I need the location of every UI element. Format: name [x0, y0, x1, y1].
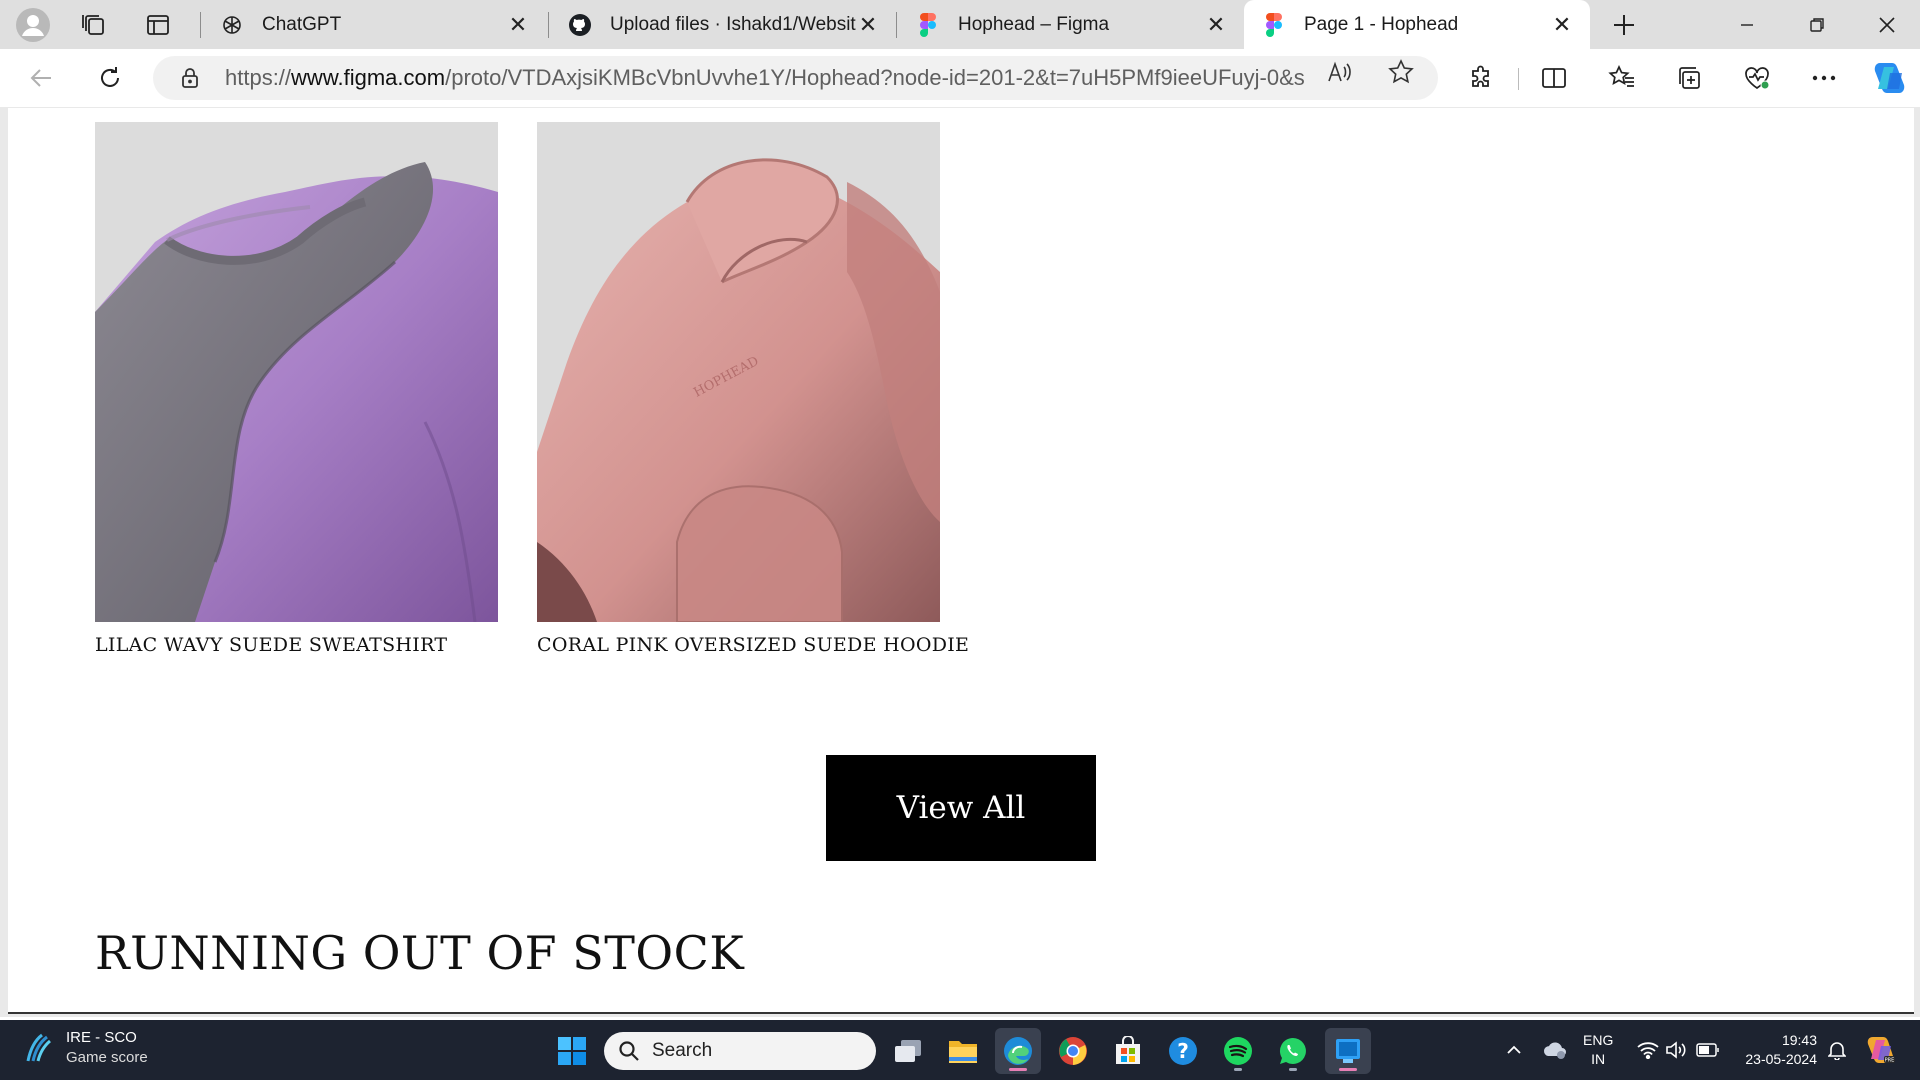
- search-placeholder: Search: [652, 1040, 713, 1061]
- collections-icon[interactable]: [1667, 57, 1711, 99]
- close-icon[interactable]: ✕: [856, 12, 880, 37]
- svg-text:PRE: PRE: [1885, 1058, 1895, 1064]
- product-title[interactable]: CORAL PINK OVERSIZED SUEDE HOODIE: [537, 634, 969, 656]
- extensions-icon[interactable]: [1459, 57, 1503, 99]
- more-options-icon[interactable]: [1802, 57, 1846, 99]
- weather-widget[interactable]: IRE - SCO Game score: [24, 1028, 148, 1068]
- tab-chatgpt[interactable]: ChatGPT ✕: [202, 0, 546, 49]
- url-text[interactable]: https://www.figma.com/proto/VTDAxjsiKMBc…: [225, 65, 1305, 91]
- address-bar[interactable]: https://www.figma.com/proto/VTDAxjsiKMBc…: [153, 56, 1438, 100]
- taskbar-search[interactable]: Search: [604, 1032, 876, 1070]
- windows-logo-icon: [558, 1037, 586, 1065]
- widget-title: IRE - SCO: [66, 1029, 137, 1046]
- widget-subtitle: Game score: [66, 1049, 148, 1066]
- new-tab-icon[interactable]: [1597, 6, 1651, 44]
- restore-icon[interactable]: [1782, 0, 1852, 49]
- toolbar-separator: [1518, 68, 1519, 90]
- github-icon: [568, 13, 592, 37]
- task-view-icon[interactable]: [885, 1028, 931, 1074]
- figma-icon: [1262, 12, 1286, 37]
- close-icon[interactable]: ✕: [1550, 12, 1574, 37]
- chatgpt-icon: [220, 13, 244, 37]
- close-window-icon[interactable]: [1852, 0, 1920, 49]
- file-explorer-icon[interactable]: [940, 1028, 986, 1074]
- cricket-score-icon: [26, 1033, 51, 1062]
- svg-text:?: ?: [1177, 1039, 1189, 1063]
- close-icon[interactable]: ✕: [506, 12, 530, 37]
- section-title: RUNNING OUT OF STOCK: [95, 926, 745, 980]
- tab-separator: [896, 12, 897, 38]
- lock-icon[interactable]: [179, 67, 201, 89]
- start-button[interactable]: [549, 1028, 595, 1074]
- notification-bell-icon[interactable]: [1824, 1036, 1850, 1064]
- minimize-icon[interactable]: [1712, 0, 1782, 49]
- product-card[interactable]: HOPHEAD CORAL PINK OVERSIZED SUEDE HOODI…: [537, 122, 969, 656]
- running-indicator: [1289, 1068, 1297, 1071]
- clock-date: 23-05-2024: [1745, 1051, 1817, 1067]
- refresh-icon[interactable]: [88, 57, 132, 99]
- clock[interactable]: 19:43 23-05-2024: [1737, 1031, 1817, 1069]
- tab-page1-hophead[interactable]: Page 1 - Hophead ✕: [1244, 0, 1590, 49]
- close-icon[interactable]: ✕: [1204, 12, 1228, 37]
- back-arrow-icon[interactable]: [20, 57, 64, 99]
- running-indicator: [1234, 1068, 1242, 1071]
- clock-time: 19:43: [1781, 1032, 1817, 1048]
- figma-app-icon[interactable]: [1325, 1028, 1371, 1074]
- running-indicator: [1009, 1068, 1027, 1071]
- tab-actions-icon[interactable]: [131, 6, 185, 44]
- read-aloud-icon[interactable]: [1326, 58, 1354, 86]
- copilot-icon[interactable]: [1866, 57, 1910, 99]
- profile-icon[interactable]: [6, 6, 60, 44]
- whatsapp-icon[interactable]: [1270, 1028, 1316, 1074]
- running-indicator: [1339, 1068, 1357, 1071]
- tab-label: Hophead – Figma: [958, 13, 1110, 35]
- tab-hophead-figma[interactable]: Hophead – Figma ✕: [898, 0, 1244, 49]
- language-indicator[interactable]: ENG IN: [1583, 1031, 1613, 1069]
- help-icon[interactable]: ?: [1160, 1028, 1206, 1074]
- chevron-up-icon[interactable]: [1500, 1036, 1528, 1064]
- wifi-icon[interactable]: [1635, 1036, 1661, 1064]
- windows-taskbar: IRE - SCO Game score Search ? ENG IN 19:…: [0, 1020, 1920, 1080]
- favorites-icon[interactable]: [1600, 57, 1644, 99]
- view-all-button[interactable]: View All: [826, 755, 1096, 861]
- product-title[interactable]: LILAC WAVY SUEDE SWEATSHIRT: [95, 634, 498, 656]
- browser-tab-strip: ChatGPT ✕ Upload files · Ishakd1/Website…: [0, 0, 1920, 49]
- region-code: IN: [1591, 1051, 1606, 1067]
- chrome-app-icon[interactable]: [1050, 1028, 1096, 1074]
- lilac-sweatshirt-photo[interactable]: [95, 122, 498, 622]
- language-code: ENG: [1583, 1032, 1614, 1048]
- onedrive-icon[interactable]: [1540, 1036, 1570, 1064]
- copilot-taskbar-icon[interactable]: PRE: [1862, 1032, 1898, 1068]
- spotify-icon[interactable]: [1215, 1028, 1261, 1074]
- split-screen-icon[interactable]: [1532, 57, 1576, 99]
- workspaces-icon[interactable]: [67, 6, 121, 44]
- battery-icon[interactable]: [1694, 1036, 1722, 1064]
- figma-icon: [916, 12, 940, 37]
- tab-label: ChatGPT: [262, 13, 342, 35]
- address-bar-row: https://www.figma.com/proto/VTDAxjsiKMBc…: [0, 49, 1920, 107]
- tab-separator: [548, 12, 549, 38]
- volume-icon[interactable]: [1663, 1036, 1689, 1064]
- coral-hoodie-photo[interactable]: HOPHEAD: [537, 122, 940, 622]
- prototype-page: LILAC WAVY SUEDE SWEATSHIRT HOPHEAD CORA…: [8, 108, 1914, 1014]
- microsoft-store-icon[interactable]: [1105, 1028, 1151, 1074]
- product-card[interactable]: LILAC WAVY SUEDE SWEATSHIRT: [95, 122, 498, 656]
- tab-label: Upload files · Ishakd1/Website: [610, 13, 856, 35]
- search-icon: [619, 1041, 639, 1061]
- favorite-star-icon[interactable]: [1387, 58, 1415, 86]
- browser-essentials-icon[interactable]: [1735, 57, 1779, 99]
- tab-label: Page 1 - Hophead: [1304, 13, 1459, 35]
- edge-app-icon[interactable]: [995, 1028, 1041, 1074]
- tab-github[interactable]: Upload files · Ishakd1/Website ✕: [550, 0, 896, 49]
- tab-separator: [200, 12, 201, 38]
